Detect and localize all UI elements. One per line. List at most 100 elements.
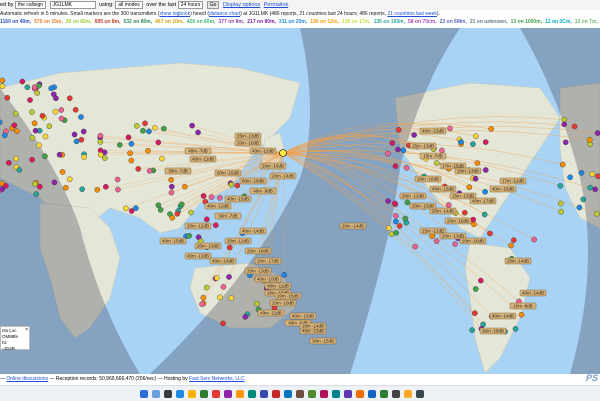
station-marker[interactable]	[52, 180, 57, 185]
station-marker[interactable]	[594, 211, 599, 216]
station-marker[interactable]	[115, 177, 120, 182]
station-marker[interactable]	[430, 234, 435, 239]
mode-select[interactable]: all modes	[115, 1, 142, 9]
station-marker[interactable]	[47, 124, 52, 129]
spot-label[interactable]: 40m -11dB	[265, 283, 291, 289]
station-marker[interactable]	[590, 171, 595, 176]
close-icon[interactable]: ×	[25, 327, 28, 333]
station-marker[interactable]	[188, 210, 193, 215]
spot-label[interactable]: 40m -12dB	[185, 253, 211, 259]
station-marker[interactable]	[509, 243, 514, 248]
station-marker[interactable]	[32, 121, 37, 126]
station-marker[interactable]	[405, 200, 410, 205]
map-canvas[interactable]: 25m -13dB40m -7dB40m -11dB30m -7dB60m -1…	[0, 28, 600, 374]
station-marker[interactable]	[217, 195, 222, 200]
station-marker[interactable]	[229, 182, 234, 187]
spot-label[interactable]: 40m -13dB	[420, 128, 446, 134]
spot-label[interactable]: 40m -12dB	[205, 203, 231, 209]
station-marker[interactable]	[558, 183, 563, 188]
station-marker[interactable]	[581, 197, 586, 202]
start-icon[interactable]	[140, 390, 148, 398]
spot-label[interactable]: 30m -7dB	[215, 213, 241, 219]
station-marker[interactable]	[385, 151, 390, 156]
station-marker[interactable]	[147, 168, 152, 173]
home-station-marker[interactable]	[280, 150, 287, 157]
search-icon[interactable]	[152, 390, 160, 398]
station-marker[interactable]	[30, 157, 35, 162]
hosting-link[interactable]: Fast Serv Networks, LLC	[189, 376, 245, 382]
spot-label[interactable]: 20m -14dB	[270, 173, 296, 179]
station-marker[interactable]	[17, 167, 22, 172]
spot-label[interactable]: 25m -13dB	[235, 133, 261, 139]
station-marker[interactable]	[511, 238, 516, 243]
station-marker[interactable]	[123, 206, 128, 211]
station-marker[interactable]	[80, 187, 85, 192]
station-marker[interactable]	[79, 137, 84, 142]
spot-label[interactable]: 30m -15dB	[310, 338, 336, 344]
station-marker[interactable]	[67, 96, 72, 101]
station-marker[interactable]	[182, 184, 187, 189]
app-icon-11[interactable]	[320, 390, 328, 398]
station-marker[interactable]	[126, 135, 131, 140]
spot-label[interactable]: 40m -7dB	[185, 148, 211, 154]
station-marker[interactable]	[27, 97, 32, 102]
station-marker[interactable]	[152, 125, 157, 130]
station-marker[interactable]	[34, 191, 39, 196]
station-marker[interactable]	[446, 202, 451, 207]
station-marker[interactable]	[190, 123, 195, 128]
station-marker[interactable]	[489, 126, 494, 131]
station-marker[interactable]	[243, 314, 248, 319]
station-marker[interactable]	[393, 213, 398, 218]
station-marker[interactable]	[204, 217, 209, 222]
station-marker[interactable]	[220, 321, 225, 326]
station-marker[interactable]	[74, 139, 79, 144]
go-button[interactable]: Go	[207, 1, 220, 9]
station-marker[interactable]	[471, 217, 476, 222]
spot-label[interactable]: 40m -12dB	[250, 148, 276, 154]
app-icon-9[interactable]	[296, 390, 304, 398]
station-marker[interactable]	[404, 165, 409, 170]
station-marker[interactable]	[572, 124, 577, 129]
station-marker[interactable]	[593, 187, 598, 192]
spot-label[interactable]: 40m -15dB	[490, 186, 516, 192]
station-marker[interactable]	[214, 275, 219, 280]
station-marker[interactable]	[595, 130, 600, 135]
station-marker[interactable]	[462, 210, 467, 215]
station-marker[interactable]	[53, 109, 58, 114]
station-marker[interactable]	[82, 154, 87, 159]
station-marker[interactable]	[434, 160, 439, 165]
station-marker[interactable]	[235, 183, 240, 188]
station-marker[interactable]	[282, 272, 287, 277]
station-marker[interactable]	[579, 170, 584, 175]
station-marker[interactable]	[201, 193, 206, 198]
station-marker[interactable]	[3, 183, 8, 188]
station-marker[interactable]	[473, 286, 478, 291]
edge-icon[interactable]	[176, 390, 184, 398]
field-selector[interactable]: the callsign	[15, 1, 46, 9]
app-icon-2[interactable]	[212, 390, 220, 398]
station-marker[interactable]	[519, 312, 524, 317]
spot-label[interactable]: 40m -11dB	[258, 310, 284, 316]
spot-label[interactable]: 20m -14dB	[340, 223, 366, 229]
station-marker[interactable]	[140, 128, 145, 133]
station-marker[interactable]	[513, 326, 518, 331]
station-marker[interactable]	[226, 274, 231, 279]
spot-label[interactable]: 20m -16dB	[260, 163, 286, 169]
spot-label[interactable]: 20m -12dB	[185, 223, 211, 229]
spot-label[interactable]: 40m -9dB	[250, 188, 276, 194]
app-icon-6[interactable]	[260, 390, 268, 398]
station-marker[interactable]	[98, 139, 103, 144]
station-marker[interactable]	[201, 295, 206, 300]
station-marker[interactable]	[29, 110, 34, 115]
app-icon-14[interactable]	[356, 390, 364, 398]
spot-label[interactable]: 10m -8dB	[510, 303, 536, 309]
station-marker[interactable]	[42, 154, 47, 159]
spot-label[interactable]: 20m -12dB	[400, 193, 426, 199]
spot-label[interactable]: 40m -16dB	[290, 313, 316, 319]
spot-label[interactable]: 40m -10dB	[255, 276, 281, 282]
station-marker[interactable]	[53, 96, 58, 101]
station-marker[interactable]	[217, 295, 222, 300]
spot-label[interactable]: 40m -11dB	[190, 156, 216, 162]
station-marker[interactable]	[37, 143, 42, 148]
station-marker[interactable]	[472, 311, 477, 316]
